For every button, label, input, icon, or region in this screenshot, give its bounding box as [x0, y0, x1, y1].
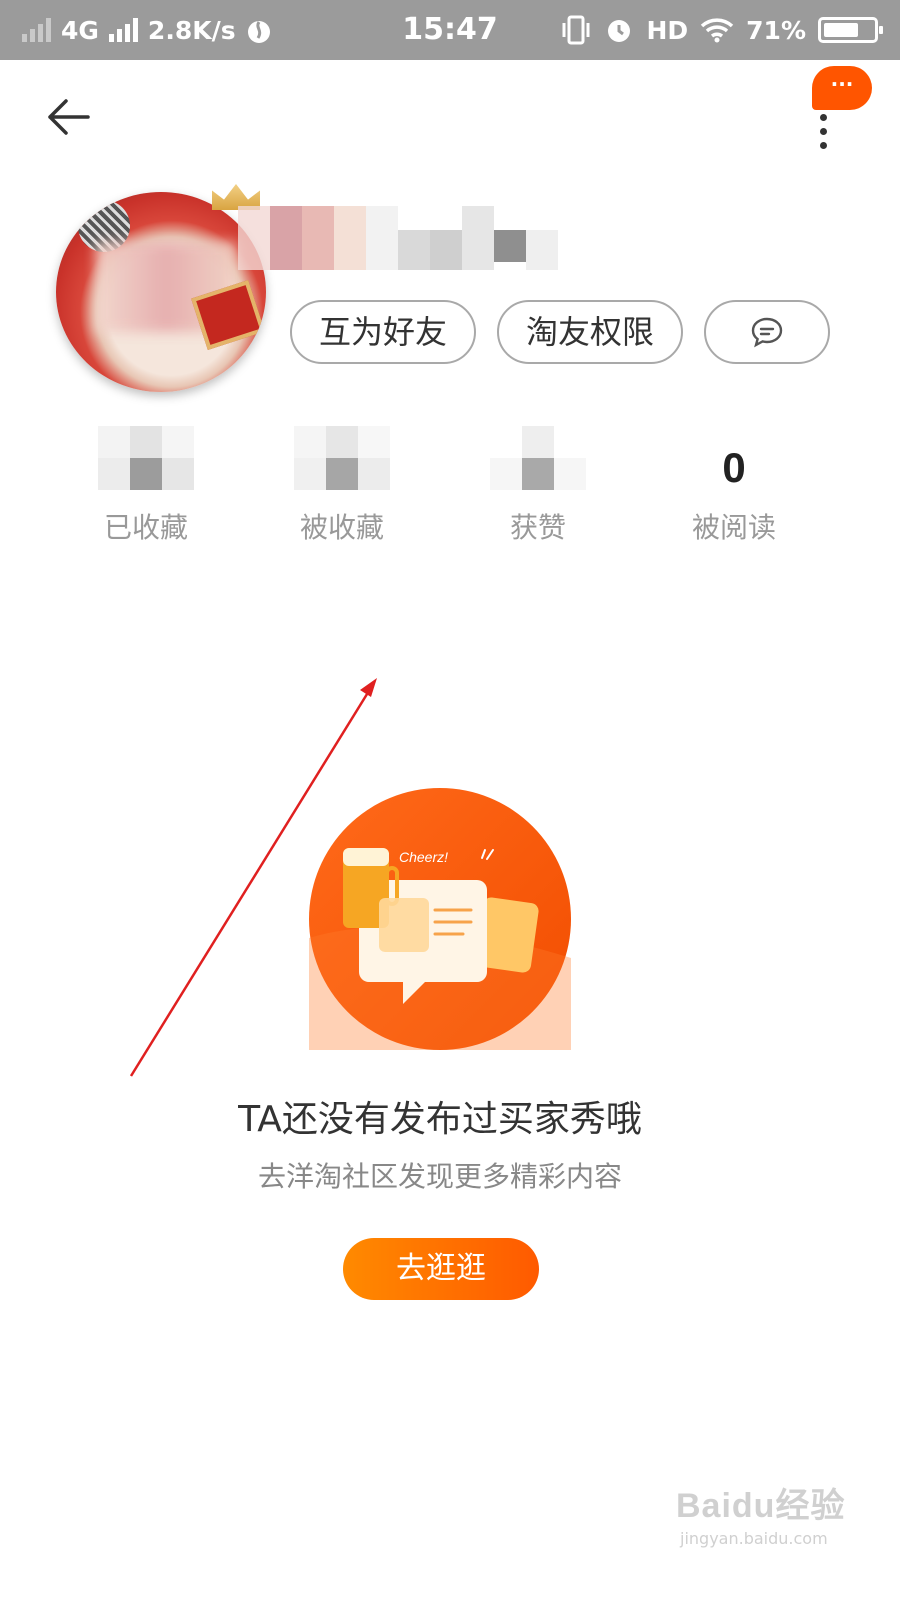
message-bubble-badge[interactable]: ··· [812, 66, 872, 110]
stat-value: 0 [722, 444, 746, 491]
stat-label: 被阅读 [691, 511, 776, 544]
stat-label: 获赞 [509, 511, 566, 544]
stat-read[interactable]: 0 被阅读 [654, 420, 814, 546]
value-redacted [490, 426, 586, 490]
alarm-icon [608, 20, 631, 42]
battery-fill [824, 23, 858, 37]
hd-badge: HD [646, 15, 689, 45]
stat-collected[interactable]: 已收藏 [66, 420, 226, 546]
wifi-icon [700, 18, 734, 43]
more-options-icon[interactable] [818, 114, 830, 149]
avatar[interactable] [56, 192, 266, 392]
value-redacted [294, 426, 390, 490]
browse-button[interactable]: 去逛逛 [343, 1238, 539, 1300]
watermark: Baidu经验 jingyan.baidu.com [676, 1478, 876, 1558]
stat-label: 被收藏 [299, 511, 384, 544]
back-arrow-icon[interactable] [40, 92, 100, 142]
watermark-url: jingyan.baidu.com [680, 1529, 828, 1548]
battery-percent: 71% [746, 15, 806, 45]
empty-state-illustration: Cheerz! [309, 788, 571, 1050]
taobao-friend-permission-button[interactable]: 淘友权限 [497, 300, 683, 364]
stat-collected-by-others[interactable]: 被收藏 [262, 420, 422, 546]
stat-label: 已收藏 [103, 511, 188, 544]
status-bar: 4G 2.8K/s 15:47 HD 71% [0, 0, 900, 60]
battery-icon [818, 17, 883, 43]
value-redacted [98, 426, 194, 490]
mutual-friends-button[interactable]: 互为好友 [290, 300, 476, 364]
message-button[interactable] [704, 300, 830, 364]
empty-state-subtitle: 去洋淘社区发现更多精彩内容 [257, 1160, 622, 1193]
chat-bubble-icon [751, 317, 783, 348]
watermark-logo: Baidu经验 [676, 1487, 846, 1525]
stat-likes[interactable]: 获赞 [458, 420, 618, 546]
empty-state-title: TA还没有发布过买家秀哦 [238, 1099, 642, 1140]
vibrate-icon [562, 15, 590, 45]
illustration-caption: Cheerz! [399, 849, 448, 865]
username-redacted [238, 206, 558, 270]
status-right: HD 71% [560, 0, 883, 60]
